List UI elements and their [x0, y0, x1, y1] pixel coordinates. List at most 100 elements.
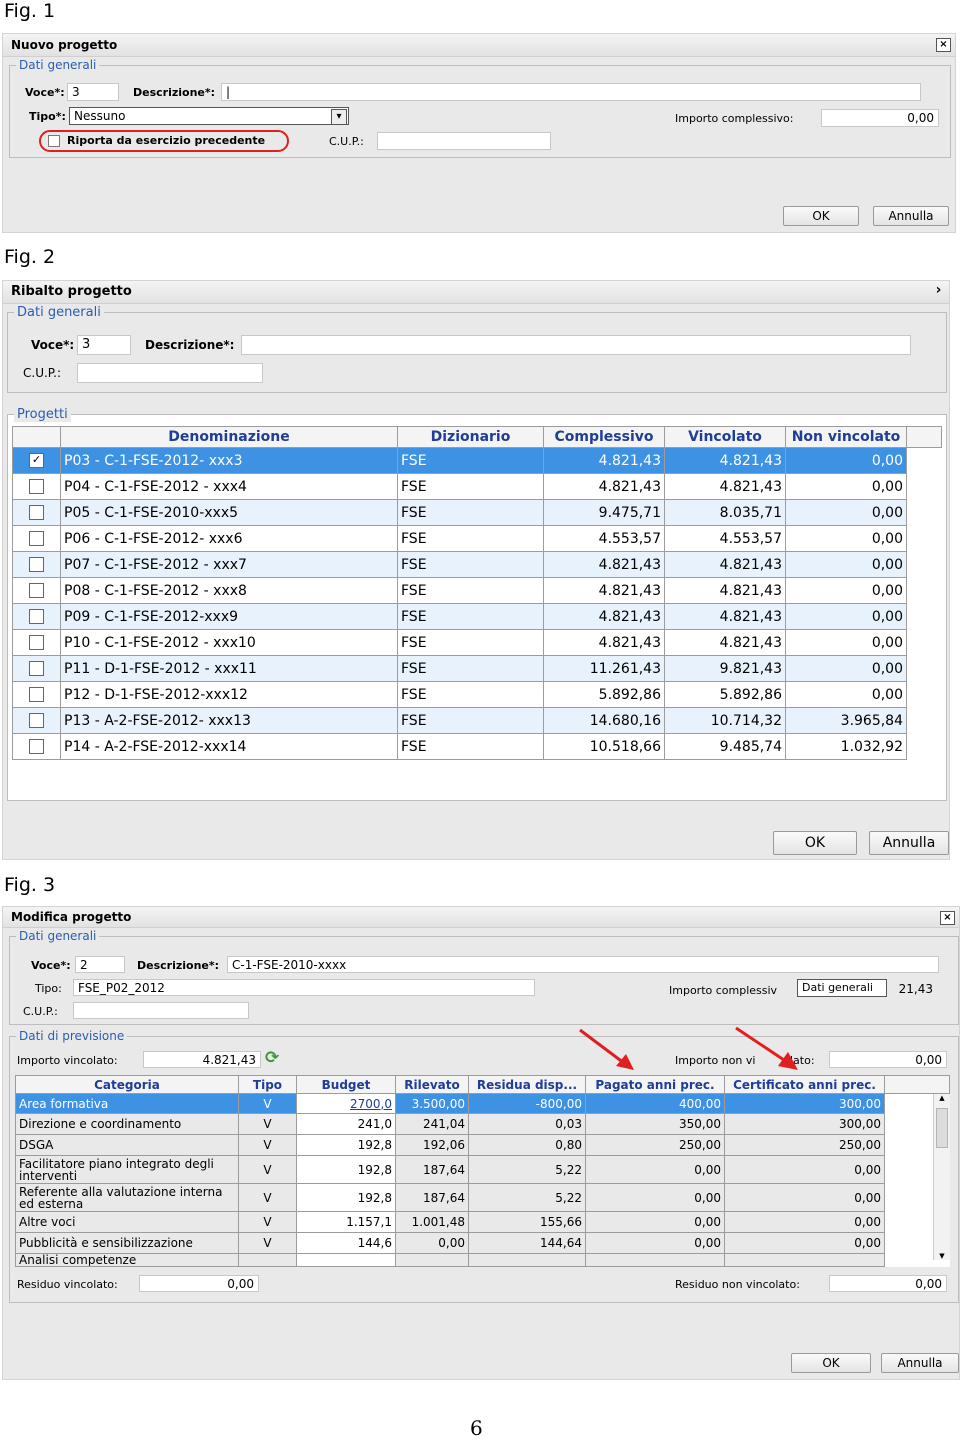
header-certificato[interactable]: Certificato anni prec. [724, 1075, 885, 1094]
close-icon[interactable]: × [940, 911, 955, 925]
importo-vincolato-field[interactable]: 4.821,43 [143, 1051, 261, 1068]
scroll-down-icon[interactable]: ▼ [934, 1252, 950, 1260]
header-denominazione[interactable]: Denominazione [60, 426, 398, 448]
table-row[interactable]: P12 - D-1-FSE-2012-xxx12 FSE 5.892,86 5.892… [12, 681, 942, 708]
collapse-icon[interactable]: › [932, 283, 945, 297]
budget-cell[interactable]: 192,8 [296, 1183, 396, 1212]
table-row[interactable]: Pubblicità e sensibilizzazione V 144,6 0,00… [15, 1232, 950, 1254]
dizionario-cell: FSE [397, 447, 544, 474]
table-row[interactable]: Facilitatore piano integrato degli inter… [15, 1155, 950, 1184]
table-row[interactable]: P04 - C-1-FSE-2012 - xxx4 FSE 4.821,43 4.82… [12, 473, 942, 500]
ok-button[interactable]: OK [783, 206, 859, 226]
vincolato-cell: 8.035,71 [664, 499, 786, 526]
row-checkbox[interactable] [29, 635, 44, 650]
budget-cell[interactable]: 192,8 [296, 1155, 396, 1184]
annulla-button[interactable]: Annulla [869, 831, 949, 855]
header-tipo[interactable]: Tipo [238, 1075, 297, 1094]
spacer-cell [906, 473, 942, 500]
riporta-checkbox[interactable] [48, 135, 60, 147]
table-row[interactable]: P11 - D-1-FSE-2012 - xxx11 FSE 11.261,43 9.… [12, 655, 942, 682]
tipo-select[interactable]: Nessuno ▾ [69, 107, 349, 125]
annulla-button[interactable]: Annulla [881, 1353, 959, 1373]
table-row[interactable]: Altre voci V 1.157,1 1.001,48 155,66 0,00 0,00 [15, 1211, 950, 1233]
scroll-up-icon[interactable]: ▲ [934, 1094, 950, 1102]
voce-input[interactable]: 3 [67, 83, 119, 101]
table-row[interactable]: Analisi competenze [15, 1253, 950, 1267]
ok-button[interactable]: OK [791, 1353, 871, 1373]
tipo-cell: V [238, 1183, 297, 1212]
categoria-cell: Analisi competenze [15, 1253, 239, 1267]
cup-input[interactable] [77, 363, 263, 383]
rilevato-cell [395, 1253, 469, 1267]
non-vincolato-cell: 0,00 [785, 655, 907, 682]
table-row[interactable]: P14 - A-2-FSE-2012-xxx14 FSE 10.518,66 9.48… [12, 733, 942, 760]
header-vincolato[interactable]: Vincolato [664, 426, 786, 448]
importo-field[interactable]: 0,00 [821, 109, 939, 127]
vertical-scrollbar[interactable]: ▲ ▼ [933, 1094, 950, 1260]
table-row[interactable]: P09 - C-1-FSE-2012-xxx9 FSE 4.821,43 4.821,… [12, 603, 942, 630]
row-checkbox[interactable] [29, 531, 44, 546]
refresh-icon[interactable]: ⟳ [265, 1048, 279, 1068]
table-row[interactable]: DSGA V 192,8 192,06 0,80 250,00 250,00 [15, 1134, 950, 1156]
table-row[interactable]: P07 - C-1-FSE-2012 - xxx7 FSE 4.821,43 4.82… [12, 551, 942, 578]
table-row[interactable]: P08 - C-1-FSE-2012 - xxx8 FSE 4.821,43 4.82… [12, 577, 942, 604]
complessivo-cell: 4.821,43 [543, 577, 665, 604]
cup-input[interactable] [73, 1002, 249, 1019]
descrizione-input[interactable] [241, 335, 911, 355]
header-rilevato[interactable]: Rilevato [395, 1075, 469, 1094]
row-checkbox[interactable] [29, 661, 44, 676]
residuo-vincolato-field[interactable]: 0,00 [139, 1275, 259, 1292]
voce-input[interactable]: 3 [77, 335, 131, 355]
close-icon[interactable]: × [936, 38, 951, 52]
row-checkbox-cell: ✓ [12, 447, 61, 474]
row-checkbox[interactable] [29, 583, 44, 598]
header-budget[interactable]: Budget [296, 1075, 396, 1094]
cup-input[interactable] [377, 132, 551, 150]
header-dizionario[interactable]: Dizionario [397, 426, 544, 448]
importo-non-vincolato-field[interactable]: 0,00 [829, 1051, 947, 1068]
header-categoria[interactable]: Categoria [15, 1075, 239, 1094]
scroll-thumb[interactable] [936, 1108, 948, 1148]
chevron-down-icon[interactable]: ▾ [331, 109, 347, 124]
table-row[interactable]: Direzione e coordinamento V 241,0 241,04 0,0… [15, 1113, 950, 1135]
table-header: Categoria Tipo Budget Rilevato Residua d… [15, 1075, 950, 1094]
table-row[interactable]: P13 - A-2-FSE-2012- xxx13 FSE 14.680,16 10.… [12, 707, 942, 734]
descrizione-input[interactable]: | [221, 83, 921, 101]
annulla-button[interactable]: Annulla [873, 206, 949, 226]
budget-cell[interactable]: 192,8 [296, 1134, 396, 1156]
table-row[interactable]: ✓ P03 - C-1-FSE-2012- xxx3 FSE 4.821,43 4.82… [12, 447, 942, 474]
ok-button[interactable]: OK [773, 831, 857, 855]
row-checkbox[interactable] [29, 557, 44, 572]
pagato-cell: 250,00 [585, 1134, 725, 1156]
row-checkbox[interactable]: ✓ [29, 453, 44, 468]
group-title: Dati di previsione [19, 1029, 125, 1043]
voce-input[interactable]: 2 [75, 956, 125, 973]
row-checkbox[interactable] [29, 479, 44, 494]
row-checkbox[interactable] [29, 609, 44, 624]
table-row[interactable]: Referente alla valutazione interna ed es… [15, 1183, 950, 1212]
vincolato-cell: 4.821,43 [664, 577, 786, 604]
budget-cell[interactable]: 241,0 [296, 1113, 396, 1135]
descrizione-input[interactable]: C-1-FSE-2010-xxxx [227, 956, 939, 973]
table-row[interactable]: P06 - C-1-FSE-2012- xxx6 FSE 4.553,57 4.553… [12, 525, 942, 552]
vincolato-cell: 4.821,43 [664, 629, 786, 656]
table-row[interactable]: P10 - C-1-FSE-2012 - xxx10 FSE 4.821,43 4.8… [12, 629, 942, 656]
row-checkbox[interactable] [29, 687, 44, 702]
residuo-non-vincolato-field[interactable]: 0,00 [829, 1275, 947, 1292]
table-row[interactable]: P05 - C-1-FSE-2010-xxx5 FSE 9.475,71 8.035,… [12, 499, 942, 526]
budget-cell[interactable] [296, 1253, 396, 1267]
table-row[interactable]: Area formativa V 2700,0 3.500,00 -800,00 400,… [15, 1093, 950, 1114]
row-checkbox-cell [12, 473, 61, 500]
header-residua[interactable]: Residua disp... [468, 1075, 586, 1094]
header-non-vincolato[interactable]: Non vincolato [785, 426, 907, 448]
importo-field[interactable]: 21,43 [887, 981, 937, 998]
row-checkbox[interactable] [29, 739, 44, 754]
budget-cell[interactable]: 2700,0 [296, 1093, 396, 1114]
row-checkbox[interactable] [29, 713, 44, 728]
budget-cell[interactable]: 1.157,1 [296, 1211, 396, 1233]
row-checkbox[interactable] [29, 505, 44, 520]
budget-cell[interactable]: 144,6 [296, 1232, 396, 1254]
header-complessivo[interactable]: Complessivo [543, 426, 665, 448]
header-pagato[interactable]: Pagato anni prec. [585, 1075, 725, 1094]
tipo-input[interactable]: FSE_P02_2012 [73, 979, 535, 996]
